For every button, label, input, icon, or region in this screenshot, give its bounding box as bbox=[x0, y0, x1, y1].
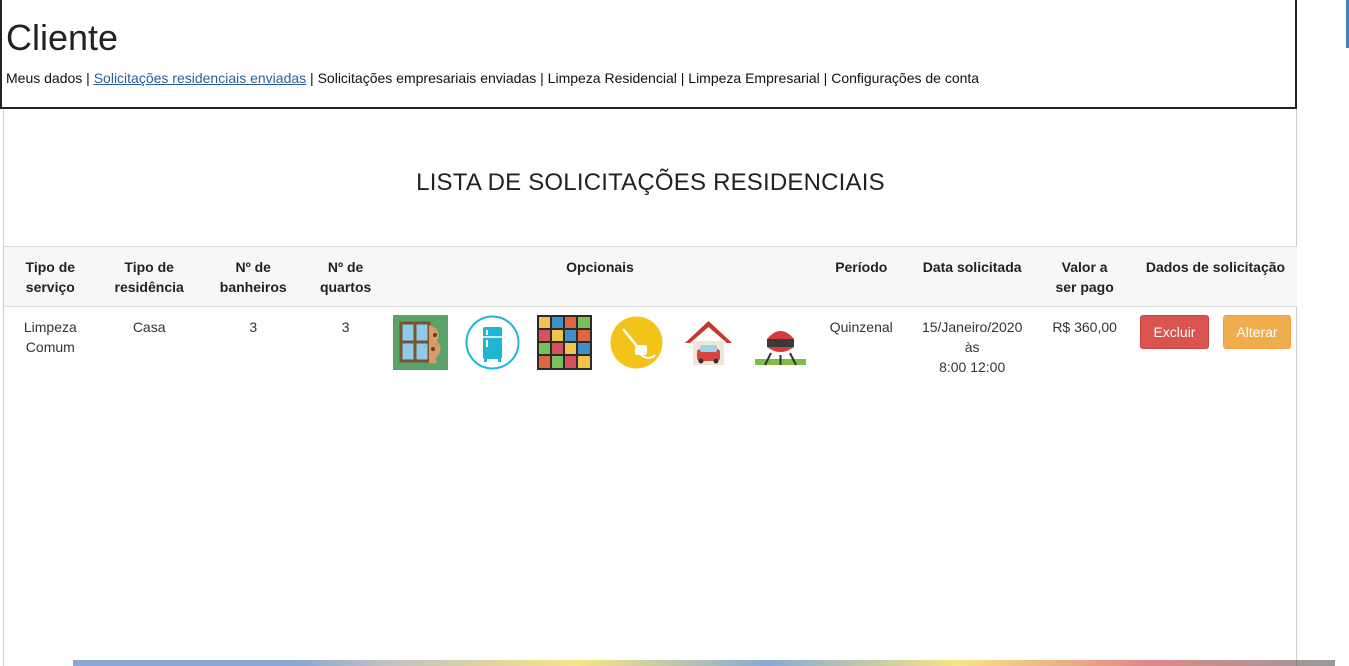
list-title: LISTA DE SOLICITAÇÕES RESIDENCIAIS bbox=[416, 169, 885, 196]
header-data: Data solicitada bbox=[909, 246, 1036, 307]
kitchen-cabinets-icon bbox=[536, 315, 592, 370]
nav-separator: | bbox=[86, 70, 90, 86]
header-tipo-residencia: Tipo de residência bbox=[96, 246, 202, 307]
header-periodo: Período bbox=[813, 246, 909, 307]
nav-link-configuracoes[interactable]: Configurações de conta bbox=[831, 70, 979, 86]
bottom-decorative-strip bbox=[73, 660, 1335, 666]
nav-separator: | bbox=[310, 70, 314, 86]
header-opcionais: Opcionais bbox=[386, 246, 814, 307]
window-cleaning-icon bbox=[392, 315, 448, 370]
cell-banheiros: 3 bbox=[249, 319, 258, 335]
header: Cliente Meus dados | Solicitações reside… bbox=[0, 0, 1297, 109]
header-dados: Dados de solicitação bbox=[1133, 246, 1297, 307]
nav-separator: | bbox=[540, 70, 544, 86]
cell-periodo: Quinzenal bbox=[829, 319, 893, 335]
header-valor: Valor a ser pago bbox=[1035, 246, 1134, 307]
header-banheiros: Nº de banheiros bbox=[201, 246, 305, 307]
nav-separator: | bbox=[680, 70, 685, 86]
nav-separator: | bbox=[823, 70, 828, 86]
nav-link-limpeza-empresarial[interactable]: Limpeza Empresarial bbox=[688, 70, 820, 86]
nav-menu: Meus dados | Solicitações residenciais e… bbox=[6, 70, 979, 86]
nav-link-solicitacoes-empresariais[interactable]: Solicitações empresariais enviadas bbox=[318, 70, 537, 86]
table-row: Limpeza Comum Casa 3 3 Quinzenal 15/Jane… bbox=[4, 307, 1297, 388]
table-header-row: Tipo de serviço Tipo de residência Nº de ba… bbox=[4, 246, 1297, 307]
nav-link-meus-dados[interactable]: Meus dados bbox=[6, 70, 82, 86]
requests-table: Tipo de serviço Tipo de residência Nº de ba… bbox=[4, 246, 1297, 387]
vacuum-icon bbox=[610, 316, 662, 369]
cell-opcionais bbox=[387, 307, 814, 388]
cell-quartos: 3 bbox=[341, 319, 350, 335]
page-title: Cliente bbox=[6, 17, 119, 58]
cell-data: 15/Janeiro/2020 às 8:00 12:00 bbox=[921, 319, 1023, 375]
cell-tipo-servico: Limpeza Comum bbox=[23, 319, 77, 355]
nav-link-solicitacoes-residenciais[interactable]: Solicitações residenciais enviadas bbox=[94, 70, 306, 86]
fridge-icon bbox=[465, 315, 519, 370]
cell-tipo-residencia: Casa bbox=[132, 319, 166, 335]
header-tipo-servico: Tipo de serviço bbox=[4, 246, 97, 307]
cell-valor: R$ 360,00 bbox=[1052, 319, 1117, 335]
cell-acoes: Excluir Alterar bbox=[1134, 307, 1297, 388]
garage-icon bbox=[684, 321, 732, 365]
nav-link-limpeza-residencial[interactable]: Limpeza Residencial bbox=[548, 70, 677, 86]
excluir-button[interactable]: Excluir bbox=[1139, 315, 1209, 349]
header-quartos: Nº de quartos bbox=[304, 246, 387, 307]
alterar-button[interactable]: Alterar bbox=[1222, 315, 1291, 349]
barbecue-icon bbox=[754, 331, 806, 366]
